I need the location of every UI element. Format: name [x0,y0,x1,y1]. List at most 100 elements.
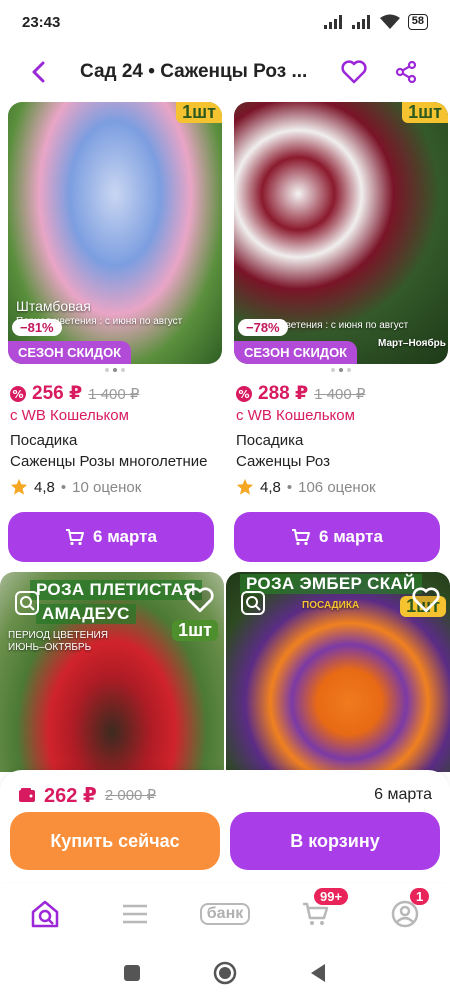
reviews-separator: • [60,478,67,496]
favorite-button[interactable] [336,54,372,90]
nav-cart[interactable]: 99+ [290,888,349,934]
product-name: Саженцы Розы многолетние [10,453,208,470]
wallet-note: с WB Кошельком [10,407,129,424]
add-to-cart-button[interactable]: 6 марта [8,512,214,562]
rating-value: 4,8 [260,478,281,496]
heart-icon[interactable] [412,586,440,614]
old-price: 1 400 ₽ [88,385,140,403]
wallet-note: с WB Кошельком [236,407,355,424]
product-card[interactable]: РОЗА ЭМБЕР СКАЙ ПОСАДИКА 1шт [226,572,450,772]
price-row: % 288 ₽ 1 400 ₽ [234,382,448,405]
image-pagination [234,368,448,372]
wifi-icon [379,14,400,29]
discount-badge: −78% [238,319,288,336]
share-button[interactable] [388,54,424,90]
sale-badge: СЕЗОН СКИДОК [8,341,132,364]
price: 256 ₽ [32,383,83,404]
app-header: Сад 24 • Саженцы Роз ... [0,44,450,100]
sheet-old-price: 2 000 ₽ [104,787,157,804]
image-title: РОЗА ЭМБЕР СКАЙ [240,574,422,594]
image-title: РОЗА ПЛЕТИСТАЯ [30,580,202,600]
discount-percent-icon: % [236,385,252,402]
cart-icon [66,529,85,546]
status-icons: 58 [323,14,428,30]
image-caption: ПОСАДИКА [302,600,360,611]
cart-icon [292,529,311,546]
product-name: Саженцы Роз [236,453,330,470]
signal-icon-2 [351,15,370,29]
buy-now-button[interactable]: Купить сейчас [10,812,220,870]
discount-percent-icon: % [10,385,26,402]
bottom-navigation: банк 99+ 1 [0,884,450,944]
quantity-badge: 1шт [172,620,218,641]
cart-badge: 99+ [314,888,349,905]
status-time: 23:43 [22,13,61,31]
heart-icon [341,60,367,84]
sheet-delivery-date: 6 марта [374,786,432,803]
price: 288 ₽ [258,383,309,404]
image-search-icon[interactable] [240,590,266,616]
back-triangle-icon[interactable] [309,963,327,983]
product-card[interactable]: 1шт Штамбовая Период цветения : с июня п… [8,102,222,562]
nav-bank[interactable]: банк [199,894,251,934]
heart-icon[interactable] [186,586,214,614]
star-icon [10,478,28,495]
recents-icon[interactable] [123,964,141,982]
purchase-sheet: 262 ₽ 2 000 ₽ 6 марта Купить сейчас В ко… [0,770,450,882]
brand-name: Посадика [10,432,78,449]
sale-badge: СЕЗОН СКИДОК [234,341,358,364]
rating-row: 4,8 • 106 оценок [234,478,448,496]
image-pagination [8,368,222,372]
reviews-count: 106 оценок [298,478,376,496]
product-image[interactable]: РОЗА ПЛЕТИСТАЯ АМАДЕУС ПЕРИОД ЦВЕТЕНИЯ И… [0,572,224,772]
page-title: Сад 24 • Саженцы Роз ... [80,61,308,82]
delivery-date: 6 марта [319,527,383,546]
back-button[interactable] [18,51,60,93]
image-caption-small-2: ИЮНЬ–ОКТЯБРЬ [8,642,92,653]
product-image[interactable]: 1шт Штамбовая Период цветения : с июня п… [8,102,222,364]
wallet-icon [19,788,35,802]
home-search-icon [31,900,59,928]
quantity-badge: 1шт [402,102,448,123]
sheet-price: 262 ₽ [44,784,97,807]
system-navigation [0,946,450,1000]
nav-catalog[interactable] [110,894,160,934]
bank-label: банк [199,903,251,925]
price-row: % 256 ₽ 1 400 ₽ [8,382,222,405]
image-title-2: АМАДЕУС [36,604,136,624]
status-bar: 23:43 58 [0,0,450,44]
nav-profile[interactable]: 1 [380,888,430,934]
reviews-count: 10 оценок [72,478,142,496]
rating-row: 4,8 • 10 оценок [8,478,222,496]
quantity-badge: 1шт [176,102,222,123]
share-icon [395,61,417,83]
product-image[interactable]: РОЗА ЭМБЕР СКАЙ ПОСАДИКА 1шт [226,572,450,772]
battery-indicator: 58 [407,14,428,30]
image-search-icon[interactable] [14,590,40,616]
star-icon [236,478,254,495]
reviews-separator: • [286,478,293,496]
discount-badge: −81% [12,319,62,336]
add-to-cart-main-button[interactable]: В корзину [230,812,440,870]
purchase-summary: 262 ₽ 2 000 ₽ 6 марта [0,770,450,810]
menu-icon [123,904,147,924]
svg-text:%: % [12,388,23,401]
old-price: 1 400 ₽ [314,385,366,403]
rating-value: 4,8 [34,478,55,496]
add-to-cart-button[interactable]: 6 марта [234,512,440,562]
profile-badge: 1 [410,888,430,905]
signal-icon [323,15,342,29]
product-image[interactable]: 1шт Период цветения : с июня по август М… [234,102,448,364]
image-caption: Март–Ноябрь [378,338,446,349]
brand-name: Посадика [236,432,304,449]
sheet-price-row: 262 ₽ 2 000 ₽ [18,783,156,808]
home-button-icon[interactable] [213,961,237,985]
image-caption: Штамбовая [16,298,91,314]
svg-text:%: % [238,388,249,401]
delivery-date: 6 марта [93,527,157,546]
product-card[interactable]: РОЗА ПЛЕТИСТАЯ АМАДЕУС ПЕРИОД ЦВЕТЕНИЯ И… [0,572,224,772]
nav-home[interactable] [20,894,70,934]
sheet-buttons: Купить сейчас В корзину [0,810,450,870]
image-caption-small: ПЕРИОД ЦВЕТЕНИЯ [8,630,108,641]
product-card[interactable]: 1шт Период цветения : с июня по август М… [234,102,448,562]
